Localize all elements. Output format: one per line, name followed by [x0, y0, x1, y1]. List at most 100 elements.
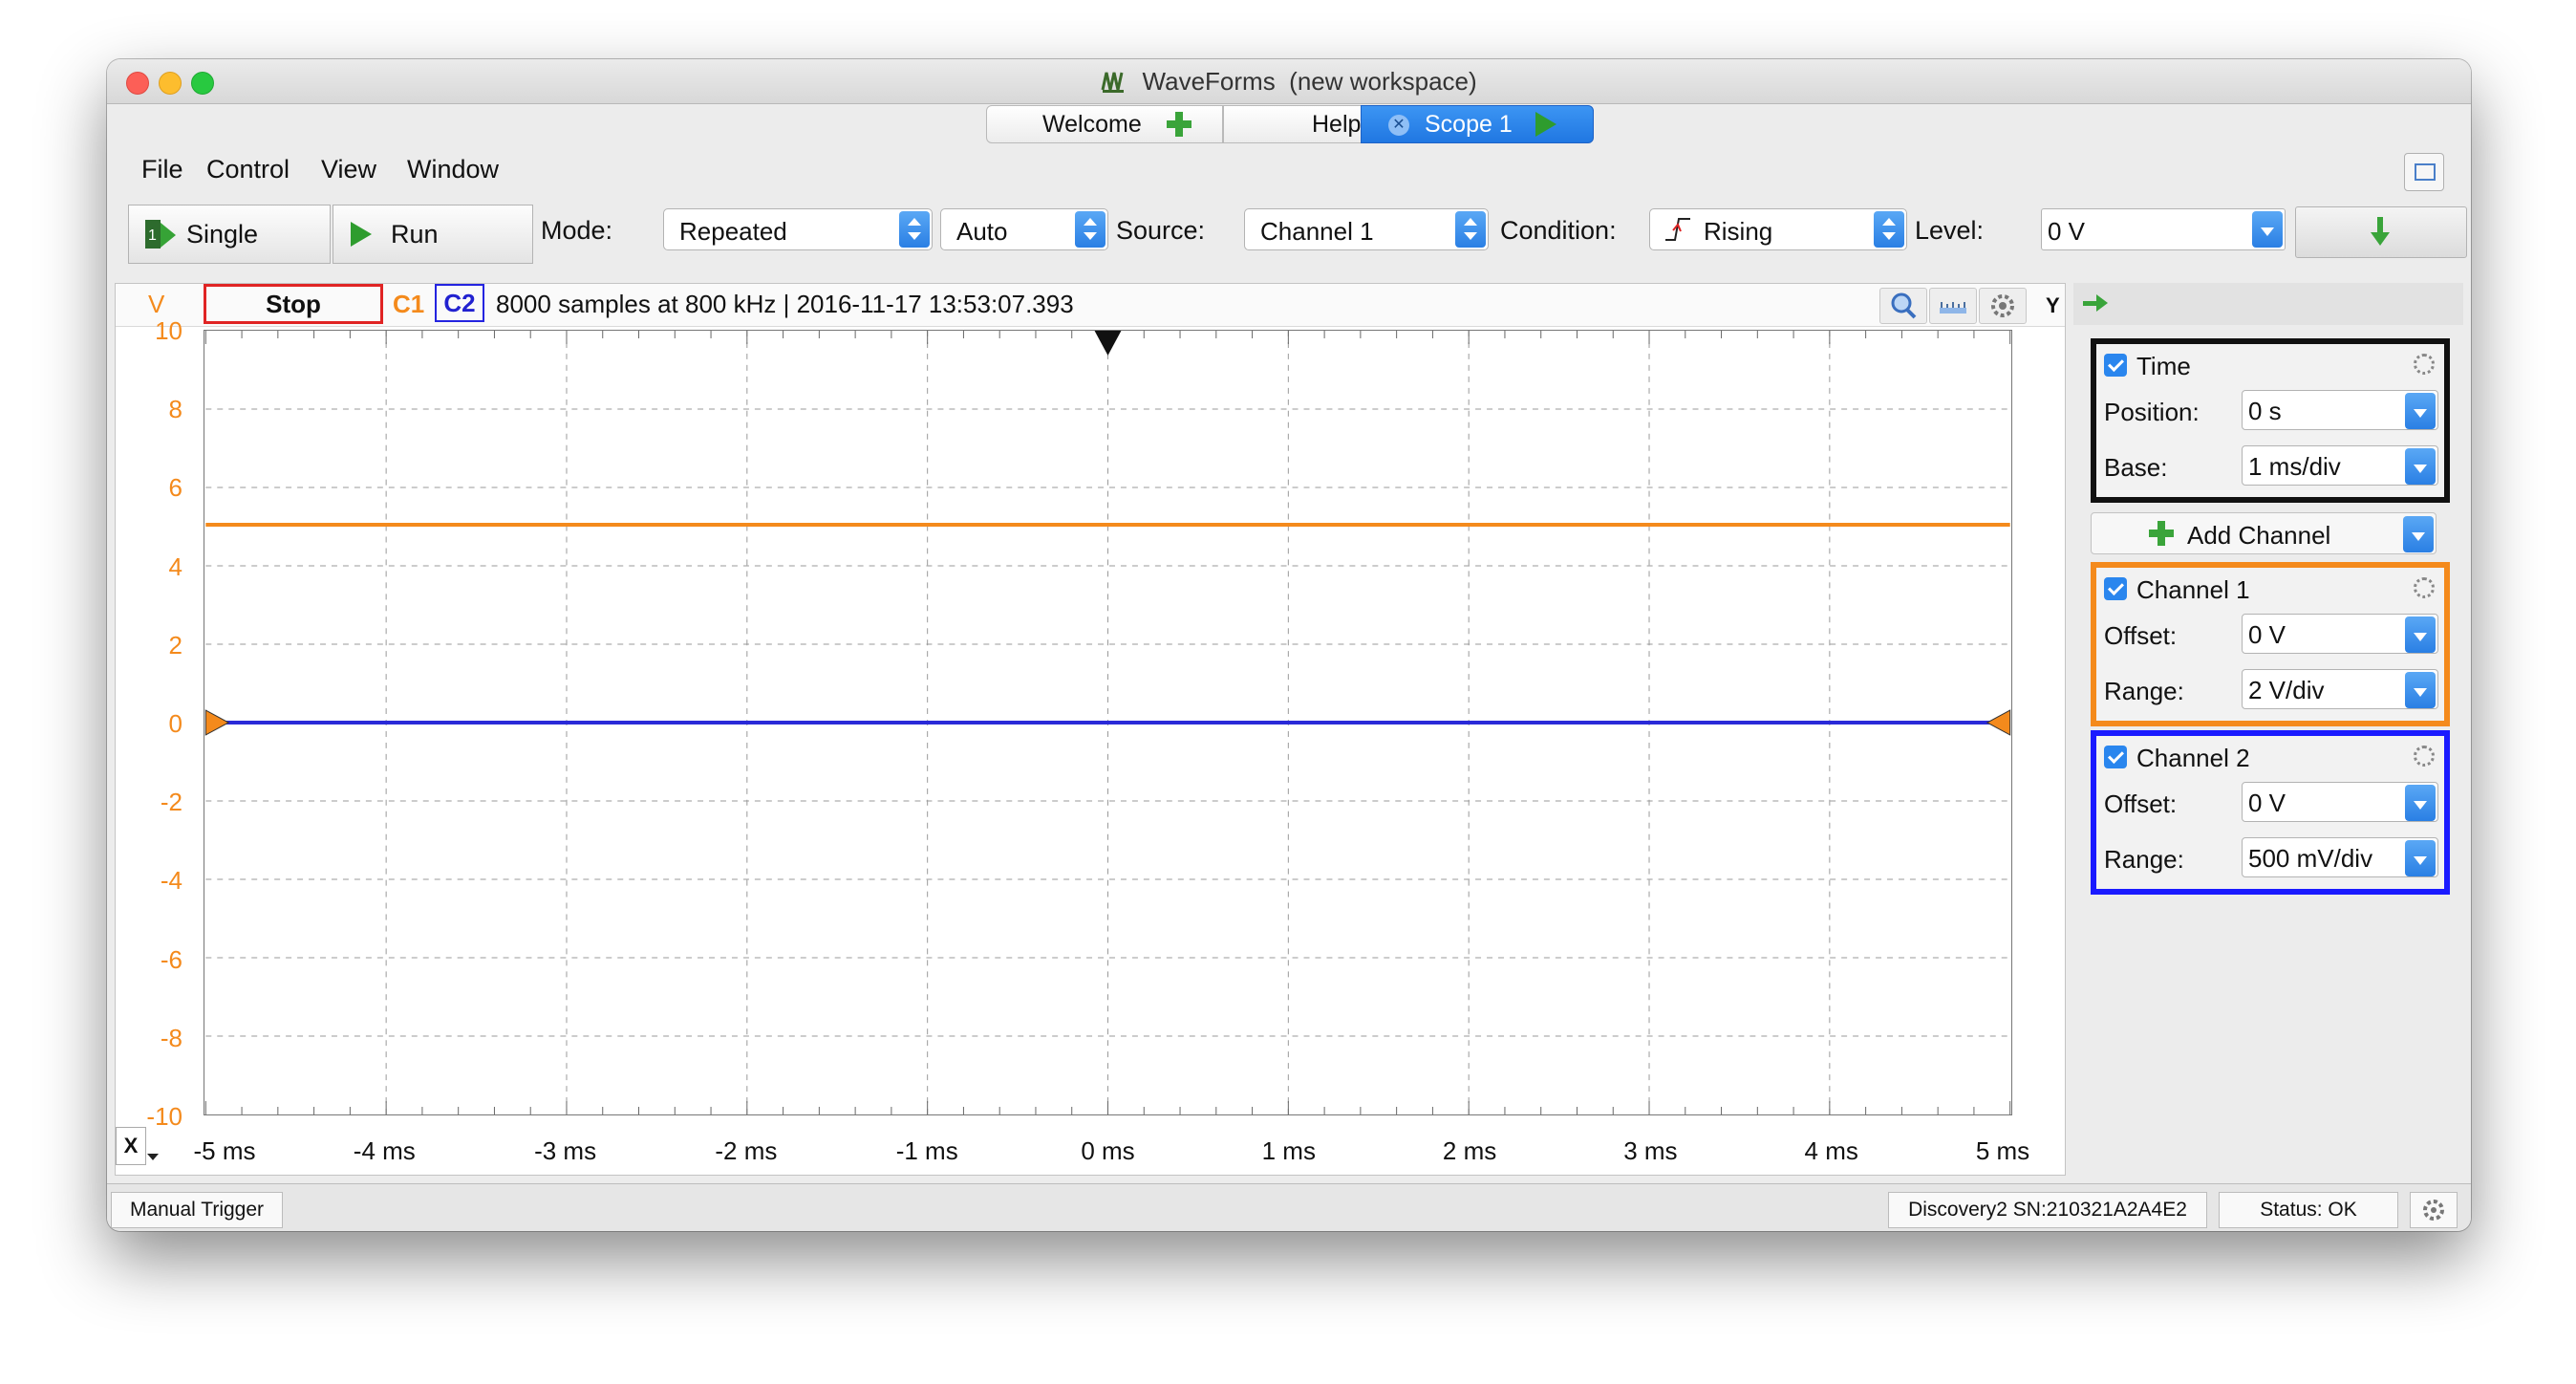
channel2-enable-checkbox[interactable] — [2104, 746, 2127, 768]
x-tick-label: -2 ms — [715, 1136, 778, 1165]
channel1-panel: Channel 1 Offset: 0 V Range: 2 V/div — [2091, 562, 2450, 726]
source-select-value: Channel 1 — [1260, 217, 1374, 246]
level-input-value: 0 V — [2048, 217, 2086, 246]
new-tab-plus-icon[interactable] — [1165, 110, 1193, 139]
window-subtitle: (new workspace) — [1289, 67, 1477, 96]
y-axis-toggle[interactable]: Y — [2046, 293, 2060, 318]
add-channel-button[interactable]: Add Channel — [2091, 512, 2436, 554]
time-position-arrow-icon — [2405, 393, 2436, 429]
channel2-range-label: Range: — [2104, 845, 2184, 874]
condition-label: Condition: — [1500, 216, 1617, 245]
add-channel-label: Add Channel — [2187, 521, 2331, 550]
status-settings-gear-icon[interactable] — [2410, 1192, 2458, 1228]
y-tick-label: 2 — [168, 630, 182, 660]
mode-label: Mode: — [541, 216, 613, 245]
single-button[interactable]: 1 Single — [128, 205, 331, 264]
time-base-label: Base: — [2104, 453, 2168, 482]
mode-select-value: Repeated — [679, 217, 787, 246]
tab-welcome[interactable]: Welcome — [986, 105, 1223, 143]
tab-close-icon[interactable]: ✕ — [1388, 115, 1409, 136]
scope-plot[interactable] — [204, 330, 2012, 1115]
channel2-range-arrow-icon — [2405, 840, 2436, 876]
source-label: Source: — [1116, 216, 1206, 245]
level-label: Level: — [1915, 216, 1985, 245]
time-panel-title: Time — [2136, 352, 2191, 380]
trigger-auto-select[interactable]: Auto — [940, 208, 1108, 250]
collapse-panel-arrow-icon[interactable] — [2083, 291, 2112, 315]
x-tick-label: 0 ms — [1081, 1136, 1135, 1165]
menu-view[interactable]: View — [321, 155, 376, 184]
cursor-ruler-icon[interactable] — [1929, 288, 1977, 324]
y-tick-label: -8 — [160, 1023, 182, 1052]
channel-offset-marker-left — [204, 709, 230, 736]
time-base-value: 1 ms/div — [2248, 452, 2341, 481]
channel1-panel-title: Channel 1 — [2136, 575, 2250, 604]
tab-scope[interactable]: ✕ Scope 1 — [1361, 105, 1594, 143]
channel2-offset-arrow-icon — [2405, 785, 2436, 821]
manual-trigger-button[interactable]: Manual Trigger — [111, 1192, 283, 1228]
x-tick-label: 4 ms — [1804, 1136, 1858, 1165]
source-select-arrow-icon — [1455, 211, 1486, 248]
time-settings-gear-icon[interactable] — [2414, 354, 2435, 375]
status-bar: Manual Trigger Discovery2 SN:210321A2A4E… — [107, 1183, 2471, 1231]
trigger-position-marker — [1094, 331, 1122, 356]
time-position-input[interactable]: 0 s — [2242, 390, 2438, 430]
condition-select[interactable]: Rising — [1649, 208, 1907, 250]
channel2-offset-input[interactable]: 0 V — [2242, 782, 2438, 822]
y-tick-label: 4 — [168, 551, 182, 581]
channel2-settings-gear-icon[interactable] — [2414, 746, 2435, 767]
channel1-offset-input[interactable]: 0 V — [2242, 614, 2438, 654]
menu-control[interactable]: Control — [206, 155, 290, 184]
source-select[interactable]: Channel 1 — [1244, 208, 1489, 250]
channel2-tag[interactable]: C2 — [435, 284, 484, 322]
right-panel: Time Position: 0 s Base: 1 ms/div Add Ch… — [2073, 283, 2463, 1174]
y-tick-label: -6 — [160, 944, 182, 974]
tab-bar: Welcome Help ✕ Scope 1 — [107, 103, 2471, 145]
run-button[interactable]: Run — [333, 205, 533, 264]
time-panel: Time Position: 0 s Base: 1 ms/div — [2091, 338, 2450, 503]
toolbar: 1 Single Run Mode: Repeated Auto Source:… — [107, 201, 2471, 264]
sample-info: 8000 samples at 800 kHz | 2016-11-17 13:… — [496, 290, 1074, 318]
y-tick-label: -4 — [160, 866, 182, 896]
single-acquisition-icon: 1 — [145, 220, 176, 249]
stop-button[interactable]: Stop — [204, 284, 383, 324]
x-tick-label: -5 ms — [193, 1136, 256, 1165]
x-axis: X -5 ms -4 ms -3 ms -2 ms -1 ms 0 ms 1 ms 2 ms 3… — [116, 1123, 2065, 1175]
add-channel-arrow-icon[interactable] — [2403, 516, 2434, 552]
mode-select[interactable]: Repeated — [663, 208, 933, 250]
x-tick-label: -3 ms — [534, 1136, 597, 1165]
device-info[interactable]: Discovery2 SN:210321A2A4E2 — [1888, 1192, 2207, 1228]
zoom-magnifier-icon[interactable] — [1879, 288, 1927, 324]
y-axis-ticks: 10 8 6 4 2 0 -2 -4 -6 -8 -10 — [116, 316, 202, 1175]
y-tick-label: 6 — [168, 473, 182, 503]
plot-tools: Y — [1872, 284, 2063, 324]
level-input[interactable]: 0 V — [2041, 208, 2286, 250]
channel1-tag[interactable]: C1 — [393, 290, 424, 319]
menu-window[interactable]: Window — [407, 155, 499, 184]
trigger-level-marker-right — [1986, 709, 2011, 736]
channel1-settings-gear-icon[interactable] — [2414, 577, 2435, 598]
add-channel-plus-icon — [2147, 519, 2176, 548]
condition-select-value: Rising — [1704, 217, 1773, 246]
channel2-offset-value: 0 V — [2248, 789, 2286, 817]
time-enable-checkbox[interactable] — [2104, 354, 2127, 377]
plot-settings-gear-icon[interactable] — [1979, 288, 2027, 324]
y-tick-label: 8 — [168, 395, 182, 424]
x-axis-button[interactable]: X — [116, 1127, 146, 1165]
channel2-range-input[interactable]: 500 mV/div — [2242, 837, 2438, 877]
run-tab-play-icon[interactable] — [1535, 112, 1556, 137]
channel1-range-arrow-icon — [2405, 672, 2436, 708]
menu-file[interactable]: File — [141, 155, 183, 184]
waveforms-logo-icon — [1101, 72, 1125, 93]
channel1-range-input[interactable]: 2 V/div — [2242, 669, 2438, 709]
channel1-enable-checkbox[interactable] — [2104, 577, 2127, 600]
time-base-input[interactable]: 1 ms/div — [2242, 445, 2438, 486]
trigger-level-arrow-button[interactable] — [2295, 206, 2467, 258]
app-window: WaveForms (new workspace) Welcome Help ✕… — [107, 59, 2471, 1231]
title-bar: WaveForms (new workspace) — [107, 59, 2471, 104]
tab-welcome-label: Welcome — [1042, 111, 1142, 138]
y-tick-label: 0 — [168, 709, 182, 738]
restore-window-icon[interactable] — [2404, 153, 2444, 191]
right-panel-header — [2073, 283, 2463, 325]
channel2-panel: Channel 2 Offset: 0 V Range: 500 mV/div — [2091, 730, 2450, 895]
